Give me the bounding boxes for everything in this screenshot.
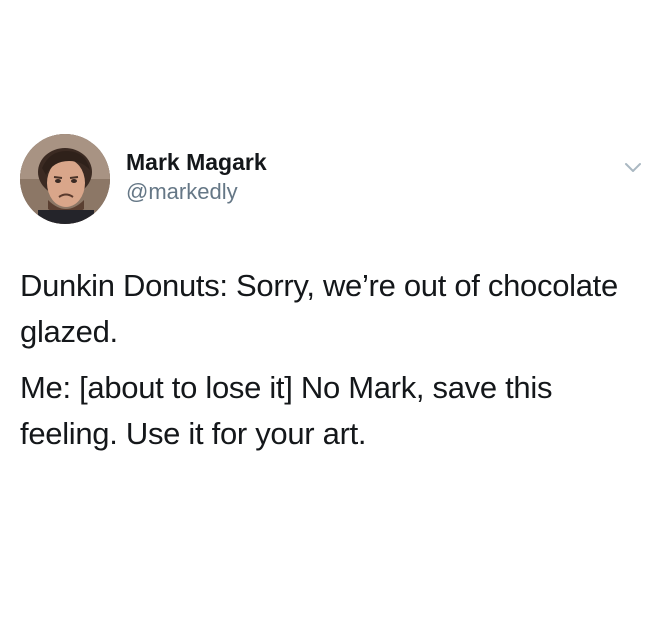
tweet-header: Mark Magark @markedly [20,132,650,230]
user-meta: Mark Magark @markedly [126,148,267,206]
avatar[interactable] [20,134,110,224]
tweet-text-paragraph: Me: [about to lose it] No Mark, save thi… [20,370,553,451]
profile-photo-icon [20,134,110,224]
chevron-down-icon[interactable] [622,158,644,176]
user-handle[interactable]: @markedly [126,178,267,206]
tweet-text-paragraph: Dunkin Donuts: Sorry, we’re out of choco… [20,268,618,349]
display-name[interactable]: Mark Magark [126,148,267,176]
tweet-card: Mark Magark @markedly Dunkin Donuts: Sor… [0,0,670,640]
tweet-body: Dunkin Donuts: Sorry, we’re out of choco… [20,263,650,457]
